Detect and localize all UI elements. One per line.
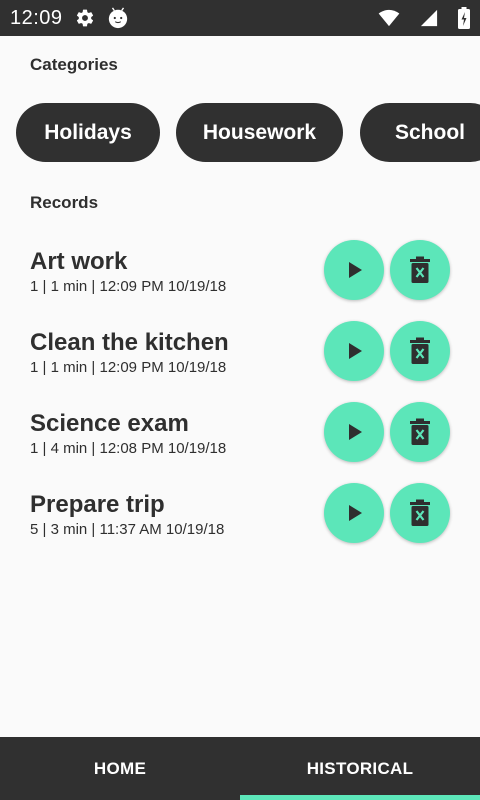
wifi-icon xyxy=(378,9,400,27)
delete-button[interactable] xyxy=(390,483,450,543)
main-content: Categories Holidays Housework School Rec… xyxy=(0,36,480,737)
trash-icon xyxy=(410,499,430,526)
play-icon xyxy=(349,262,362,278)
category-chips[interactable]: Holidays Housework School xyxy=(16,103,480,162)
status-bar: 12:09 xyxy=(0,0,480,36)
tab-historical-label: HISTORICAL xyxy=(306,758,414,778)
gear-icon xyxy=(75,8,95,28)
record-title: Art work xyxy=(30,248,128,275)
record-title: Clean the kitchen xyxy=(30,329,229,356)
record-meta: 1 | 1 min | 12:09 PM 10/19/18 xyxy=(30,359,227,376)
play-icon xyxy=(349,343,362,359)
battery-icon xyxy=(458,7,470,29)
play-button[interactable] xyxy=(324,321,384,381)
record-item: Prepare trip 5 | 3 min | 11:37 AM 10/19/… xyxy=(0,483,480,553)
trash-icon xyxy=(410,337,430,364)
category-chip-housework[interactable]: Housework xyxy=(176,103,343,162)
tab-home[interactable]: HOME xyxy=(0,737,240,800)
categories-heading: Categories xyxy=(30,55,118,74)
record-meta: 1 | 1 min | 12:09 PM 10/19/18 xyxy=(30,278,227,295)
tab-home-label: HOME xyxy=(93,758,147,778)
android-face-icon xyxy=(107,7,129,29)
signal-icon xyxy=(420,9,438,27)
records-heading: Records xyxy=(30,193,99,212)
record-item: Science exam 1 | 4 min | 12:08 PM 10/19/… xyxy=(0,402,480,472)
delete-button[interactable] xyxy=(390,240,450,300)
play-button[interactable] xyxy=(324,402,384,462)
selected-tab-indicator xyxy=(240,795,480,800)
bottom-navigation: HOME HISTORICAL xyxy=(0,737,480,800)
category-chip-holidays[interactable]: Holidays xyxy=(16,103,160,162)
category-chip-school[interactable]: School xyxy=(360,103,480,162)
delete-button[interactable] xyxy=(390,321,450,381)
play-button[interactable] xyxy=(324,483,384,543)
play-button[interactable] xyxy=(324,240,384,300)
status-right-icons xyxy=(366,7,470,29)
record-title: Prepare trip xyxy=(30,491,165,518)
record-item: Clean the kitchen 1 | 1 min | 12:09 PM 1… xyxy=(0,321,480,391)
status-time: 12:09 xyxy=(10,6,63,29)
record-meta: 5 | 3 min | 11:37 AM 10/19/18 xyxy=(30,521,225,538)
record-title: Science exam xyxy=(30,410,189,437)
record-item: Art work 1 | 1 min | 12:09 PM 10/19/18 xyxy=(0,240,480,310)
tab-historical[interactable]: HISTORICAL xyxy=(240,737,480,800)
play-icon xyxy=(349,505,362,521)
delete-button[interactable] xyxy=(390,402,450,462)
trash-icon xyxy=(410,256,430,283)
trash-icon xyxy=(410,418,430,445)
play-icon xyxy=(349,424,362,440)
record-meta: 1 | 4 min | 12:08 PM 10/19/18 xyxy=(30,440,227,457)
